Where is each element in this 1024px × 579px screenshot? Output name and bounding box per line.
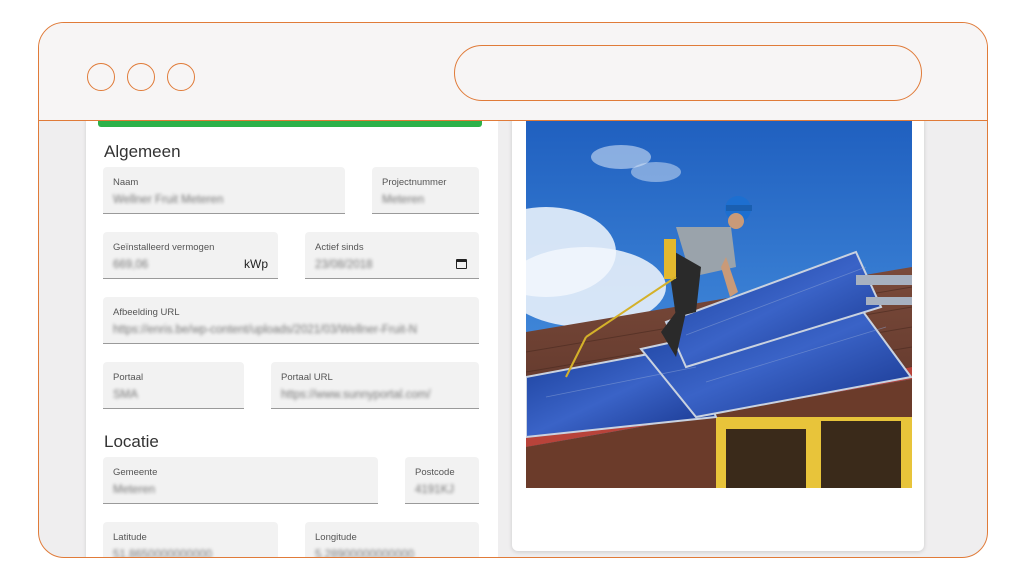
calendar-icon[interactable] (456, 259, 467, 269)
project-form: Algemeen Naam Wellner Fruit Meteren Proj… (86, 117, 498, 558)
afbeelding-url-label: Afbeelding URL (113, 307, 180, 318)
naam-value: Wellner Fruit Meteren (113, 194, 224, 206)
postcode-label: Postcode (415, 467, 455, 478)
portaal-url-label: Portaal URL (281, 372, 333, 383)
window-dot-1[interactable] (87, 63, 115, 91)
portaal-value: SMA (113, 389, 138, 401)
vermogen-field[interactable]: Geïnstalleerd vermogen 669,06 kWp (103, 232, 278, 279)
project-image-card (512, 117, 924, 551)
longitude-label: Longitude (315, 532, 357, 543)
vermogen-label: Geïnstalleerd vermogen (113, 242, 215, 253)
latitude-field[interactable]: Latitude 51.8650000000000 (103, 522, 278, 558)
latitude-label: Latitude (113, 532, 147, 543)
gemeente-label: Gemeente (113, 467, 158, 478)
longitude-field[interactable]: Longitude 5.28900000000000 (305, 522, 479, 558)
portaal-url-field[interactable]: Portaal URL https://www.sunnyportal.com/ (271, 362, 479, 409)
actief-sinds-label: Actief sinds (315, 242, 364, 253)
postcode-value: 4191KJ (415, 484, 455, 496)
actief-sinds-field[interactable]: Actief sinds 23/08/2018 (305, 232, 479, 279)
projectnummer-label: Projectnummer (382, 177, 447, 188)
browser-titlebar (39, 23, 987, 121)
browser-window: Algemeen Naam Wellner Fruit Meteren Proj… (38, 22, 988, 558)
page-content: Algemeen Naam Wellner Fruit Meteren Proj… (39, 117, 987, 557)
projectnummer-field[interactable]: Projectnummer Meteren (372, 167, 479, 214)
section-title-general: Algemeen (104, 142, 181, 161)
vermogen-value: 669,06 (113, 259, 149, 271)
gemeente-value: Meteren (113, 484, 156, 496)
gemeente-field[interactable]: Gemeente Meteren (103, 457, 378, 504)
longitude-value: 5.28900000000000 (315, 549, 415, 558)
panel-divider (498, 121, 512, 557)
afbeelding-url-value: https://enris.be/wp-content/uploads/2021… (113, 324, 418, 336)
naam-field[interactable]: Naam Wellner Fruit Meteren (103, 167, 345, 214)
projectnummer-value: Meteren (382, 194, 425, 206)
actief-sinds-value: 23/08/2018 (315, 259, 373, 271)
section-title-location: Locatie (104, 432, 159, 451)
window-dot-2[interactable] (127, 63, 155, 91)
window-dot-3[interactable] (167, 63, 195, 91)
portaal-label: Portaal (113, 372, 144, 383)
afbeelding-url-field[interactable]: Afbeelding URL https://enris.be/wp-conte… (103, 297, 479, 344)
vermogen-unit: kWp (244, 257, 268, 271)
postcode-field[interactable]: Postcode 4191KJ (405, 457, 479, 504)
address-bar[interactable] (454, 45, 922, 101)
latitude-value: 51.8650000000000 (113, 549, 213, 558)
portaal-field[interactable]: Portaal SMA (103, 362, 244, 409)
portaal-url-value: https://www.sunnyportal.com/ (281, 389, 431, 401)
naam-label: Naam (113, 177, 139, 188)
project-photo (526, 117, 912, 488)
